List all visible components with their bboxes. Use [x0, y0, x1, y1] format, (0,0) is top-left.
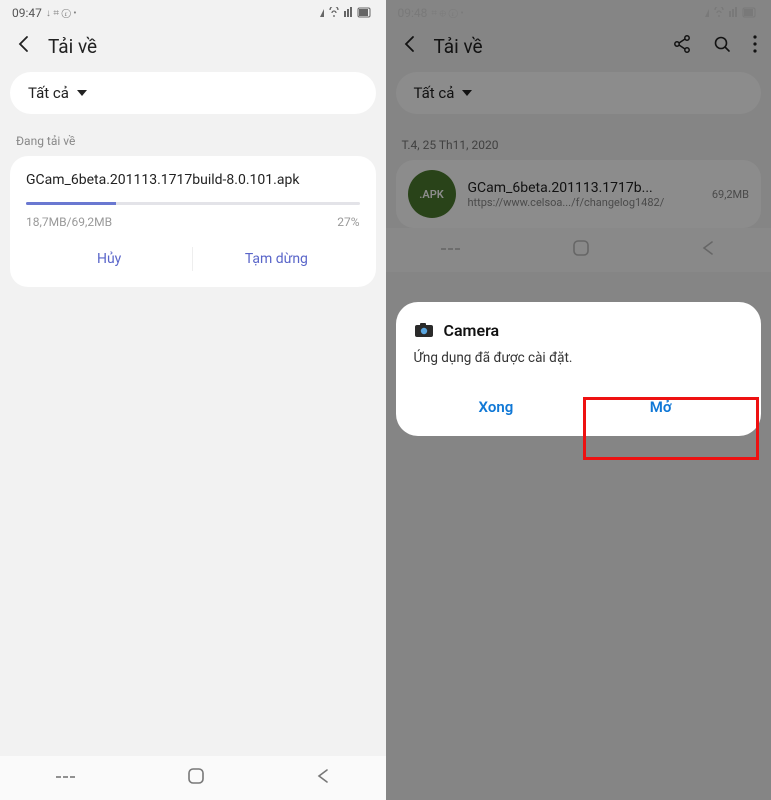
filter-label: Tất cả — [28, 84, 69, 102]
progress-percent: 27% — [337, 215, 359, 229]
status-time: 09:47 — [12, 6, 42, 20]
open-button[interactable]: Mở — [578, 382, 743, 432]
download-file-name: GCam_6beta.201113.1717build-8.0.101.apk — [26, 172, 360, 188]
dialog-app-name: Camera — [444, 321, 500, 340]
recents-icon[interactable] — [56, 769, 76, 788]
status-left-icons: ↓ ⌗ ⓡ • — [46, 8, 77, 19]
phone-left: 09:47 ↓ ⌗ ⓡ • Tải về Tất cả Đang tải về … — [0, 0, 386, 800]
progress-size: 18,7MB/69,2MB — [26, 215, 112, 229]
download-card: GCam_6beta.201113.1717build-8.0.101.apk … — [10, 156, 376, 287]
nav-back-icon[interactable] — [316, 768, 330, 788]
page-header: Tải về — [0, 26, 386, 72]
status-bar: 09:47 ↓ ⌗ ⓡ • — [0, 0, 386, 26]
dialog-message: Ứng dụng đã được cài đặt. — [414, 350, 744, 366]
done-button[interactable]: Xong — [414, 382, 579, 432]
cancel-button[interactable]: Hủy — [26, 239, 192, 279]
phone-right: 09:48 ⌗ ⊕ ⓡ • Tải về Tất cả T.4, 25 Th11… — [386, 0, 771, 800]
filter-chip[interactable]: Tất cả — [10, 72, 376, 114]
downloading-section-label: Đang tải về — [0, 128, 386, 156]
camera-icon — [414, 320, 434, 340]
chevron-down-icon — [77, 84, 87, 102]
progress-bar — [26, 202, 360, 205]
status-right-icons — [318, 7, 374, 19]
pause-button[interactable]: Tạm dừng — [193, 239, 359, 279]
page-title: Tải về — [48, 35, 97, 58]
home-icon[interactable] — [187, 767, 205, 789]
install-complete-dialog: Camera Ứng dụng đã được cài đặt. Xong Mở — [396, 302, 762, 436]
back-icon[interactable] — [14, 34, 34, 58]
android-navbar — [0, 756, 386, 800]
